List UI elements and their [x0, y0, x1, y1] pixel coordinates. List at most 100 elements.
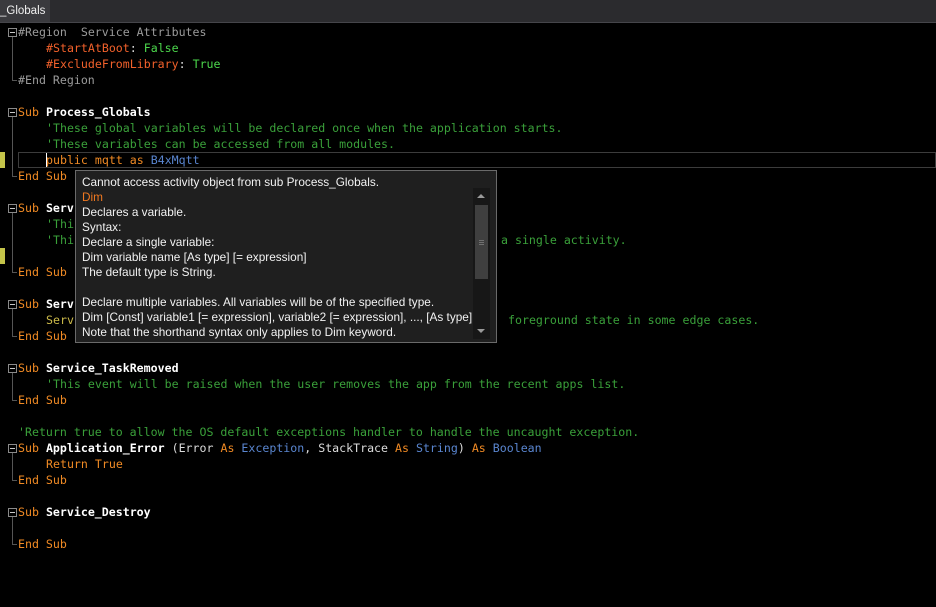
comment: 'This event will be raised when the user…	[46, 377, 626, 391]
return-type-name: Boolean	[492, 441, 542, 455]
sub-name: Service_Destroy	[45, 505, 151, 519]
tooltip-scrollbar[interactable]	[473, 188, 490, 339]
comment-tail: a single activity.	[501, 233, 627, 247]
close-paren: )	[457, 441, 465, 455]
return-keyword: Return	[46, 457, 88, 471]
quick-info-tooltip: Cannot access activity object from sub P…	[75, 170, 497, 343]
fold-guide-end	[12, 176, 17, 177]
end-region-keyword: #End Region	[18, 73, 95, 87]
code-line-26[interactable]: 'Return true to allow the OS default exc…	[18, 424, 639, 440]
tooltip-scroll-thumb[interactable]	[475, 205, 488, 279]
attribute-name: #ExcludeFromLibrary	[46, 57, 179, 71]
scroll-down-button[interactable]	[473, 322, 490, 339]
fold-guide-end	[12, 272, 17, 273]
fold-guide	[12, 309, 13, 336]
code-line-27[interactable]: Sub Application_Error (Error As Exceptio…	[18, 440, 542, 456]
as-keyword: As	[395, 441, 409, 455]
sub-name: Serv	[45, 297, 74, 311]
code-line-7[interactable]: 'These global variables will be declared…	[46, 120, 563, 136]
tab-label: _Globals	[0, 5, 46, 17]
code-line-19[interactable]: Serv foreground state in some edge cases.	[46, 312, 759, 328]
code-line-22[interactable]: Sub Service_TaskRemoved	[18, 360, 179, 376]
fold-guide-end	[12, 480, 17, 481]
comment: 'These variables can be accessed from al…	[46, 137, 396, 151]
code-line-31[interactable]: Sub Service_Destroy	[18, 504, 151, 520]
sub-name: Serv	[45, 201, 74, 215]
code-line-33[interactable]: End Sub	[18, 536, 67, 552]
tooltip-text: The default type is String.	[82, 265, 216, 279]
arrow-down-icon	[477, 329, 485, 333]
document-tab-bar: _Globals	[0, 0, 936, 23]
code-line-10[interactable]: End Sub	[18, 168, 67, 184]
attribute-value: False	[143, 41, 179, 55]
code-line-4[interactable]: #End Region	[18, 72, 95, 88]
collapse-icon[interactable]	[8, 508, 17, 517]
tooltip-keyword: Dim	[82, 190, 103, 204]
fold-guide	[12, 453, 13, 480]
code-line-3[interactable]: #ExcludeFromLibrary: True	[46, 56, 221, 72]
arrow-up-icon	[477, 194, 485, 198]
code-line-20[interactable]: End Sub	[18, 328, 67, 344]
end-sub-keyword: End Sub	[18, 265, 67, 279]
code-line-14[interactable]: 'Thi a single activity.	[46, 232, 627, 248]
tooltip-content: Cannot access activity object from sub P…	[82, 175, 473, 340]
tooltip-syntax: Dim [Const] variable1 [= expression], va…	[82, 310, 473, 324]
text-caret	[46, 153, 47, 167]
as-keyword: As	[220, 441, 235, 455]
code-line-9[interactable]: public mqtt as B4xMqtt	[46, 152, 200, 168]
sub-name: Application_Error	[45, 441, 165, 455]
code-line-2[interactable]: #StartAtBoot: False	[46, 40, 179, 56]
sub-name: Process_Globals	[45, 105, 151, 119]
comment: 'Thi	[46, 217, 74, 231]
fold-guide	[12, 117, 13, 176]
tooltip-scroll-track[interactable]	[473, 205, 490, 322]
code-line-29[interactable]: End Sub	[18, 472, 67, 488]
code-line-13[interactable]: 'Thi	[46, 216, 74, 232]
type-name: B4xMqtt	[150, 153, 200, 167]
fold-guide-end	[12, 336, 17, 337]
scroll-up-button[interactable]	[473, 188, 490, 205]
collapse-icon[interactable]	[8, 300, 17, 309]
code-line-8[interactable]: 'These variables can be accessed from al…	[46, 136, 395, 152]
code-line-28[interactable]: Return True	[46, 456, 123, 472]
colon: :	[178, 57, 186, 71]
code-line-12[interactable]: Sub Serv	[18, 200, 74, 216]
collapse-icon[interactable]	[8, 28, 17, 37]
fold-guide	[12, 37, 13, 80]
comment: 'These global variables will be declared…	[46, 121, 563, 135]
as-keyword: As	[471, 441, 486, 455]
grip-icon	[479, 242, 484, 243]
code-line-16[interactable]: End Sub	[18, 264, 67, 280]
code-line-6[interactable]: Sub Process_Globals	[18, 104, 151, 120]
fold-guide	[12, 373, 13, 400]
parameter-name: (Error	[171, 441, 214, 455]
collapse-icon[interactable]	[8, 364, 17, 373]
attribute-value: True	[192, 57, 221, 71]
fold-guide-end	[12, 544, 17, 545]
code-line-1[interactable]: #Region Service Attributes	[18, 24, 206, 40]
fold-guide-end	[12, 400, 17, 401]
code-line-18[interactable]: Sub Serv	[18, 296, 74, 312]
public-keyword: public	[46, 153, 88, 167]
end-sub-keyword: End Sub	[18, 537, 67, 551]
tab-globals[interactable]: _Globals	[0, 0, 50, 22]
collapse-icon[interactable]	[8, 204, 17, 213]
code-line-23[interactable]: 'This event will be raised when the user…	[46, 376, 625, 392]
comment: 'Thi	[46, 233, 74, 247]
collapse-icon[interactable]	[8, 108, 17, 117]
sub-keyword: Sub	[18, 361, 39, 375]
end-sub-keyword: End Sub	[18, 393, 67, 407]
sub-name: Service_TaskRemoved	[45, 361, 179, 375]
sub-keyword: Sub	[18, 297, 39, 311]
sub-keyword: Sub	[18, 441, 39, 455]
object-name: Serv	[46, 313, 74, 327]
end-sub-keyword: End Sub	[18, 473, 67, 487]
type-name: String	[415, 441, 458, 455]
tooltip-text: Declare a single variable:	[82, 235, 215, 249]
fold-guide	[12, 517, 13, 544]
modified-line-marker	[0, 248, 5, 264]
collapse-icon[interactable]	[8, 444, 17, 453]
sub-keyword: Sub	[18, 201, 39, 215]
true-keyword: True	[94, 457, 123, 471]
code-line-24[interactable]: End Sub	[18, 392, 67, 408]
